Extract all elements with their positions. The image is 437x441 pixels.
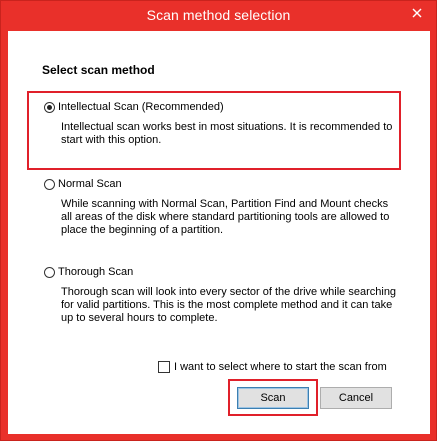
window-title: Scan method selection <box>146 7 291 23</box>
scan-button[interactable]: Scan <box>237 387 309 409</box>
radio-intellectual-scan[interactable] <box>44 101 55 113</box>
intellectual-scan-description: Intellectual scan works best in most sit… <box>61 121 393 146</box>
option-thorough-scan: Thorough Scan Thorough scan will look in… <box>44 264 401 325</box>
option-normal-scan: Normal Scan While scanning with Normal S… <box>44 176 401 237</box>
start-location-checkbox-row[interactable]: I want to select where to start the scan… <box>158 361 387 373</box>
start-location-checkbox-label[interactable]: I want to select where to start the scan… <box>174 361 387 373</box>
cancel-button[interactable]: Cancel <box>320 387 392 409</box>
radio-normal-scan[interactable] <box>44 178 55 190</box>
radio-thorough-scan-row[interactable]: Thorough Scan <box>44 264 401 280</box>
radio-thorough-scan[interactable] <box>44 266 55 278</box>
thorough-scan-description: Thorough scan will look into every secto… <box>61 286 397 324</box>
dialog-content: Select scan method Intellectual Scan (Re… <box>8 31 430 434</box>
radio-normal-scan-row[interactable]: Normal Scan <box>44 176 401 192</box>
close-button[interactable] <box>404 3 430 23</box>
section-heading: Select scan method <box>42 63 155 77</box>
radio-intellectual-scan-label[interactable]: Intellectual Scan (Recommended) <box>58 101 224 113</box>
dialog-window: Scan method selection Select scan method… <box>0 0 437 441</box>
close-icon <box>412 8 422 18</box>
normal-scan-description: While scanning with Normal Scan, Partiti… <box>61 198 390 236</box>
radio-normal-scan-label[interactable]: Normal Scan <box>58 178 122 190</box>
option-intellectual-scan: Intellectual Scan (Recommended) Intellec… <box>44 99 401 147</box>
start-location-checkbox[interactable] <box>158 361 170 373</box>
radio-intellectual-scan-row[interactable]: Intellectual Scan (Recommended) <box>44 99 401 115</box>
radio-thorough-scan-label[interactable]: Thorough Scan <box>58 266 133 278</box>
title-bar[interactable]: Scan method selection <box>1 1 436 30</box>
